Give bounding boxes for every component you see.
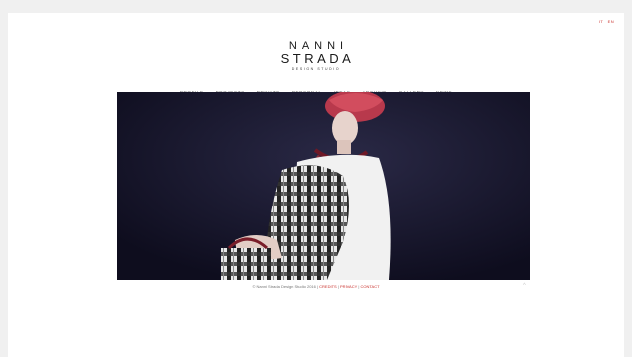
chevron-up-icon[interactable]: ^ [523, 283, 526, 289]
footer-separator: | [358, 284, 360, 289]
privacy-link[interactable]: PRIVACY [340, 284, 357, 289]
logo[interactable]: NANNI STRADA DESIGN STUDIO [8, 40, 624, 72]
hero-illustration [117, 92, 530, 280]
footer: © Nanni Strada Design Studio 2016 | CRED… [8, 284, 624, 289]
language-switcher: IT EN [596, 19, 614, 24]
copyright-text: © Nanni Strada Design Studio 2016 | [252, 284, 319, 289]
hero-image [117, 92, 530, 280]
contact-link[interactable]: CONTACT [361, 284, 380, 289]
footer-separator: | [337, 284, 339, 289]
lang-it-link[interactable]: IT [599, 19, 603, 24]
lang-en-link[interactable]: EN [608, 19, 614, 24]
logo-line-3: DESIGN STUDIO [291, 67, 341, 71]
credits-link[interactable]: CREDITS [319, 284, 337, 289]
page: IT EN NANNI STRADA DESIGN STUDIO PROFILE… [8, 13, 624, 357]
logo-line-2: STRADA [280, 51, 355, 66]
